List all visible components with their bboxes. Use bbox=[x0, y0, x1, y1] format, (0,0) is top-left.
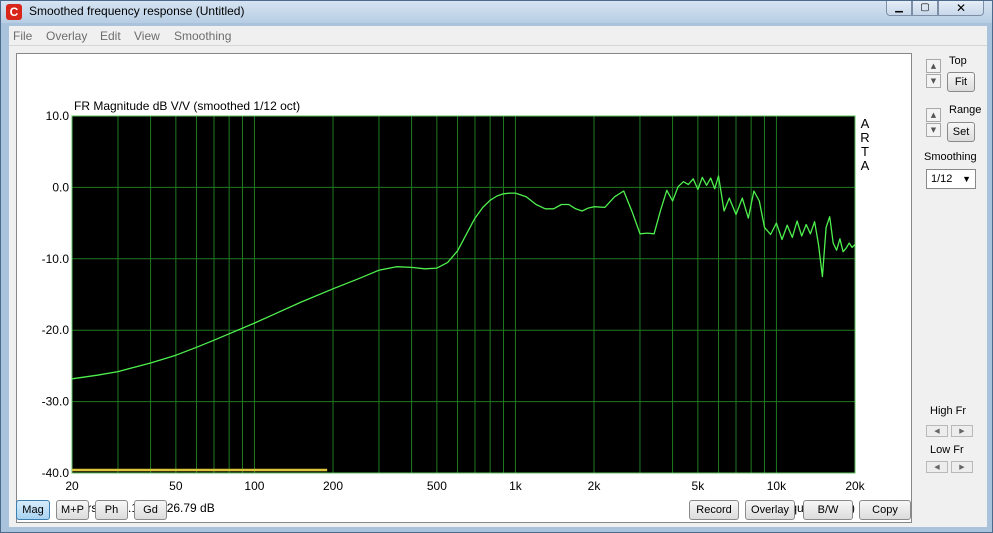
top-down-spinner[interactable]: ▼ bbox=[926, 74, 941, 88]
fit-button[interactable]: Fit bbox=[947, 72, 975, 92]
arta-watermark-letter: R bbox=[860, 130, 869, 145]
y-tick-label: -20.0 bbox=[42, 323, 70, 337]
range-label: Range bbox=[949, 104, 982, 116]
close-button[interactable]: ✕ bbox=[938, 1, 984, 16]
arta-watermark-letter: A bbox=[861, 158, 870, 173]
y-tick-label: -10.0 bbox=[42, 252, 70, 266]
smoothing-value: 1/12 bbox=[931, 173, 953, 185]
title-bar[interactable]: C Smoothed frequency response (Untitled)… bbox=[1, 1, 992, 23]
smoothing-select[interactable]: 1/12 ▼ bbox=[926, 169, 976, 189]
arrow-left-icon: ◀ bbox=[934, 463, 940, 471]
x-tick-label: 50 bbox=[169, 479, 183, 493]
set-button[interactable]: Set bbox=[947, 122, 975, 142]
x-tick-label: 200 bbox=[323, 479, 343, 493]
copy-button[interactable]: Copy bbox=[859, 500, 911, 520]
x-tick-label: 1k bbox=[509, 479, 523, 493]
y-tick-label: -40.0 bbox=[42, 466, 70, 480]
client-area: File Overlay Edit View Smoothing -40.0 -3… bbox=[9, 26, 987, 527]
high-fr-label: High Fr bbox=[930, 405, 967, 417]
y-tick-label: 10.0 bbox=[46, 109, 70, 123]
record-button[interactable]: Record bbox=[689, 500, 739, 520]
high-fr-right-button[interactable]: ▶ bbox=[951, 425, 973, 437]
smoothing-label: Smoothing bbox=[924, 151, 977, 163]
range-up-spinner[interactable]: ▲ bbox=[926, 108, 941, 122]
x-tick-label: 500 bbox=[427, 479, 447, 493]
y-tick-label: -30.0 bbox=[42, 395, 70, 409]
menu-smoothing[interactable]: Smoothing bbox=[174, 29, 231, 43]
x-tick-label: 20k bbox=[845, 479, 865, 493]
minimize-icon: ▁ bbox=[895, 2, 903, 13]
top-up-spinner[interactable]: ▲ bbox=[926, 59, 941, 73]
chart-title: FR Magnitude dB V/V (smoothed 1/12 oct) bbox=[74, 99, 300, 113]
window-title: Smoothed frequency response (Untitled) bbox=[29, 4, 245, 18]
x-tick-label: 10k bbox=[767, 479, 787, 493]
arta-app-icon[interactable]: C bbox=[6, 4, 22, 20]
mag-phase-button[interactable]: M+P bbox=[56, 500, 89, 520]
arrow-right-icon: ▶ bbox=[959, 427, 965, 435]
arrow-left-icon: ◀ bbox=[934, 427, 940, 435]
maximize-icon: ▢ bbox=[920, 2, 930, 13]
menu-view[interactable]: View bbox=[134, 29, 160, 43]
plot-panel: -40.0 -30.0 -20.0 -10.0 0.0 10.0 20 50 100 200 500… bbox=[16, 53, 912, 523]
mag-button[interactable]: Mag bbox=[16, 500, 50, 520]
low-fr-right-button[interactable]: ▶ bbox=[951, 461, 973, 473]
minimize-button[interactable]: ▁ bbox=[886, 1, 912, 16]
menu-file[interactable]: File bbox=[13, 29, 32, 43]
x-tick-label: 5k bbox=[692, 479, 706, 493]
x-tick-label: 100 bbox=[244, 479, 264, 493]
app-window: C Smoothed frequency response (Untitled)… bbox=[0, 0, 993, 533]
top-label: Top bbox=[949, 55, 967, 67]
frequency-response-chart[interactable]: -40.0 -30.0 -20.0 -10.0 0.0 10.0 20 50 100 200 500… bbox=[17, 54, 911, 522]
menu-bar: File Overlay Edit View Smoothing bbox=[9, 26, 987, 46]
overlay-button[interactable]: Overlay bbox=[745, 500, 795, 520]
arrow-right-icon: ▶ bbox=[959, 463, 965, 471]
low-fr-left-button[interactable]: ◀ bbox=[926, 461, 948, 473]
group-delay-button[interactable]: Gd bbox=[134, 500, 167, 520]
low-fr-label: Low Fr bbox=[930, 444, 964, 456]
range-down-spinner[interactable]: ▼ bbox=[926, 123, 941, 137]
menu-overlay[interactable]: Overlay bbox=[46, 29, 87, 43]
high-fr-left-button[interactable]: ◀ bbox=[926, 425, 948, 437]
plot-area[interactable] bbox=[72, 116, 855, 473]
chevron-down-icon: ▼ bbox=[962, 174, 971, 184]
x-tick-label: 20 bbox=[65, 479, 79, 493]
bw-button[interactable]: B/W bbox=[803, 500, 853, 520]
x-tick-label: 2k bbox=[588, 479, 602, 493]
arta-watermark-letter: A bbox=[861, 116, 870, 131]
menu-edit[interactable]: Edit bbox=[100, 29, 121, 43]
y-tick-label: 0.0 bbox=[52, 180, 69, 194]
maximize-button[interactable]: ▢ bbox=[912, 1, 938, 16]
close-icon: ✕ bbox=[955, 1, 967, 15]
arta-watermark-letter: T bbox=[861, 144, 869, 159]
phase-button[interactable]: Ph bbox=[95, 500, 128, 520]
